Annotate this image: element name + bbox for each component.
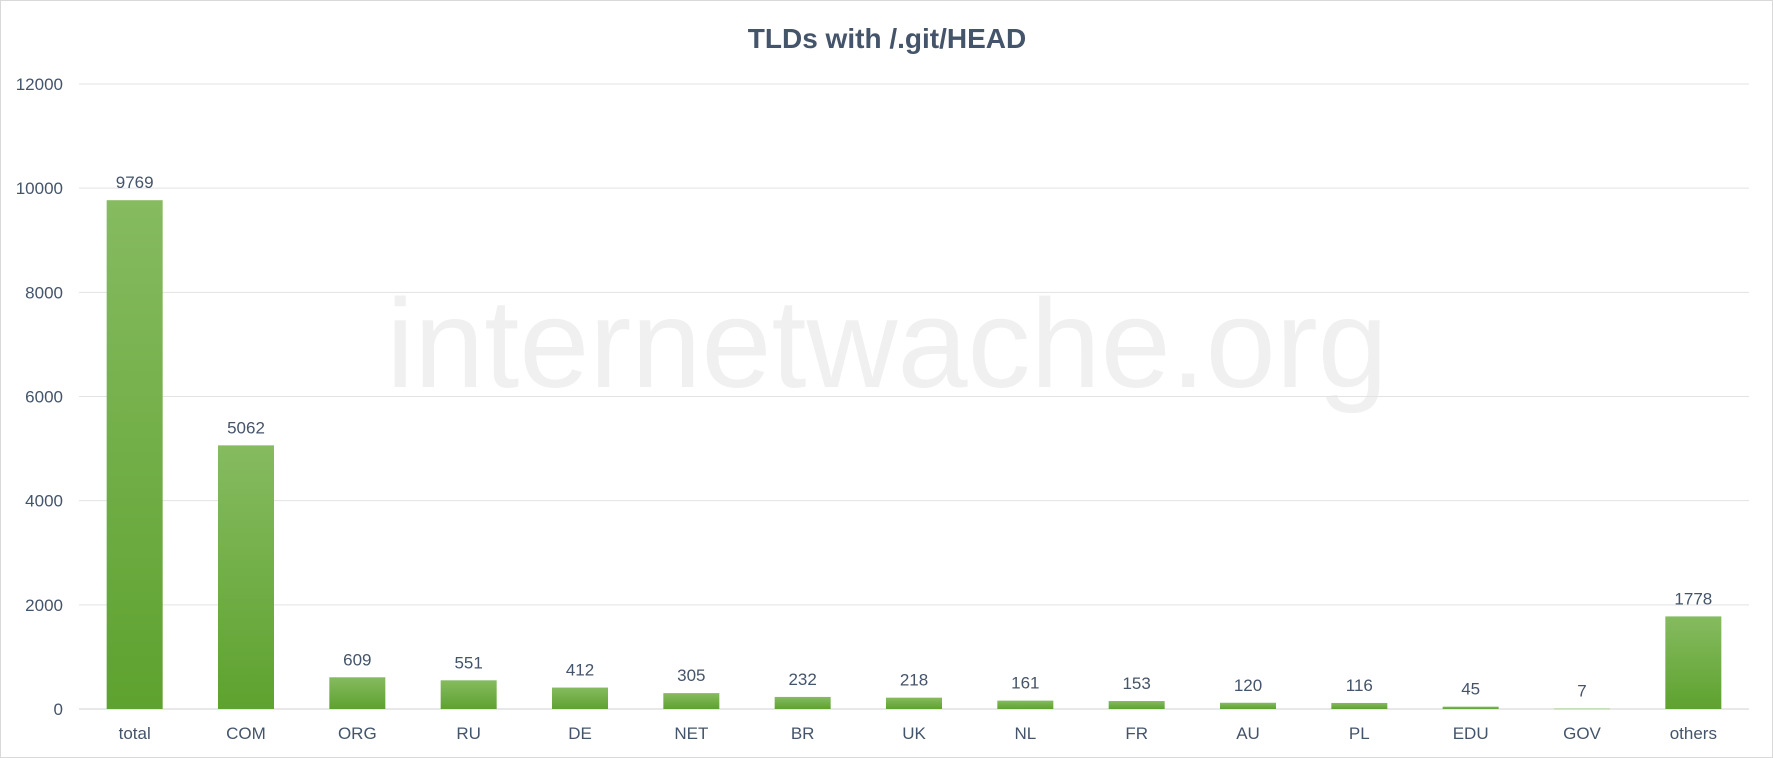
- x-tick-label: NET: [674, 724, 708, 743]
- x-tick-label: BR: [791, 724, 815, 743]
- data-label: 5062: [227, 418, 265, 437]
- bar-de: [552, 687, 608, 709]
- y-tick-label: 2000: [25, 596, 63, 615]
- x-tick-label: EDU: [1453, 724, 1489, 743]
- data-label: 1778: [1674, 589, 1712, 608]
- x-tick-label: ORG: [338, 724, 377, 743]
- x-tick-label: NL: [1014, 724, 1036, 743]
- chart-frame: internetwache.org TLDs with /.git/HEAD 0…: [0, 0, 1773, 758]
- y-axis-ticks: 0 2000 4000 6000 8000 10000 12000: [16, 75, 63, 719]
- data-label: 551: [454, 653, 482, 672]
- chart-title: TLDs with /.git/HEAD: [748, 23, 1026, 54]
- x-tick-label: AU: [1236, 724, 1260, 743]
- bar-uk: [886, 697, 942, 709]
- y-tick-label: 8000: [25, 283, 63, 302]
- x-axis-categories: total COM ORG RU DE NET BR UK NL FR AU PL EDU GOV othe…: [119, 724, 1717, 743]
- x-tick-label: COM: [226, 724, 266, 743]
- y-tick-label: 0: [54, 700, 63, 719]
- bar-total: [106, 200, 163, 709]
- data-label: 609: [343, 650, 371, 669]
- data-labels: 9769 5062 609 551 412 305 232 218 161 153 120 116 45…: [116, 173, 1712, 700]
- bar-edu: [1442, 706, 1499, 709]
- data-label: 305: [677, 666, 705, 685]
- y-tick-label: 12000: [16, 75, 63, 94]
- bar-fr: [1108, 701, 1165, 709]
- x-tick-label: UK: [902, 724, 926, 743]
- data-label: 232: [788, 670, 816, 689]
- data-label: 218: [900, 671, 928, 690]
- data-label: 161: [1011, 674, 1039, 693]
- x-tick-label: total: [119, 724, 151, 743]
- x-tick-label: FR: [1125, 724, 1148, 743]
- bar-ru: [440, 680, 497, 709]
- bar-others: [1665, 616, 1722, 709]
- bar-br: [774, 696, 831, 709]
- data-label: 153: [1122, 674, 1150, 693]
- x-tick-label: GOV: [1563, 724, 1601, 743]
- data-label: 116: [1346, 676, 1373, 695]
- x-tick-label: DE: [568, 724, 592, 743]
- data-label: 45: [1461, 680, 1480, 699]
- bar-au: [1220, 702, 1276, 709]
- bar-pl: [1331, 702, 1388, 709]
- bar-com: [218, 445, 274, 709]
- data-label: 7: [1577, 682, 1586, 701]
- bar-org: [329, 677, 386, 709]
- x-tick-label: PL: [1349, 724, 1370, 743]
- y-tick-label: 4000: [25, 492, 63, 511]
- watermark-text: internetwache.org: [386, 273, 1388, 414]
- y-tick-label: 6000: [25, 388, 63, 407]
- bar-nl: [997, 700, 1054, 709]
- bar-chart: internetwache.org TLDs with /.git/HEAD 0…: [16, 23, 1749, 743]
- data-label: 412: [566, 661, 594, 680]
- bar-gov: [1554, 708, 1610, 710]
- data-label: 9769: [116, 173, 154, 192]
- x-tick-label: others: [1670, 724, 1717, 743]
- data-label: 120: [1234, 676, 1262, 695]
- y-tick-label: 10000: [16, 179, 63, 198]
- bar-net: [663, 693, 720, 709]
- gridlines: [79, 83, 1749, 710]
- x-tick-label: RU: [456, 724, 481, 743]
